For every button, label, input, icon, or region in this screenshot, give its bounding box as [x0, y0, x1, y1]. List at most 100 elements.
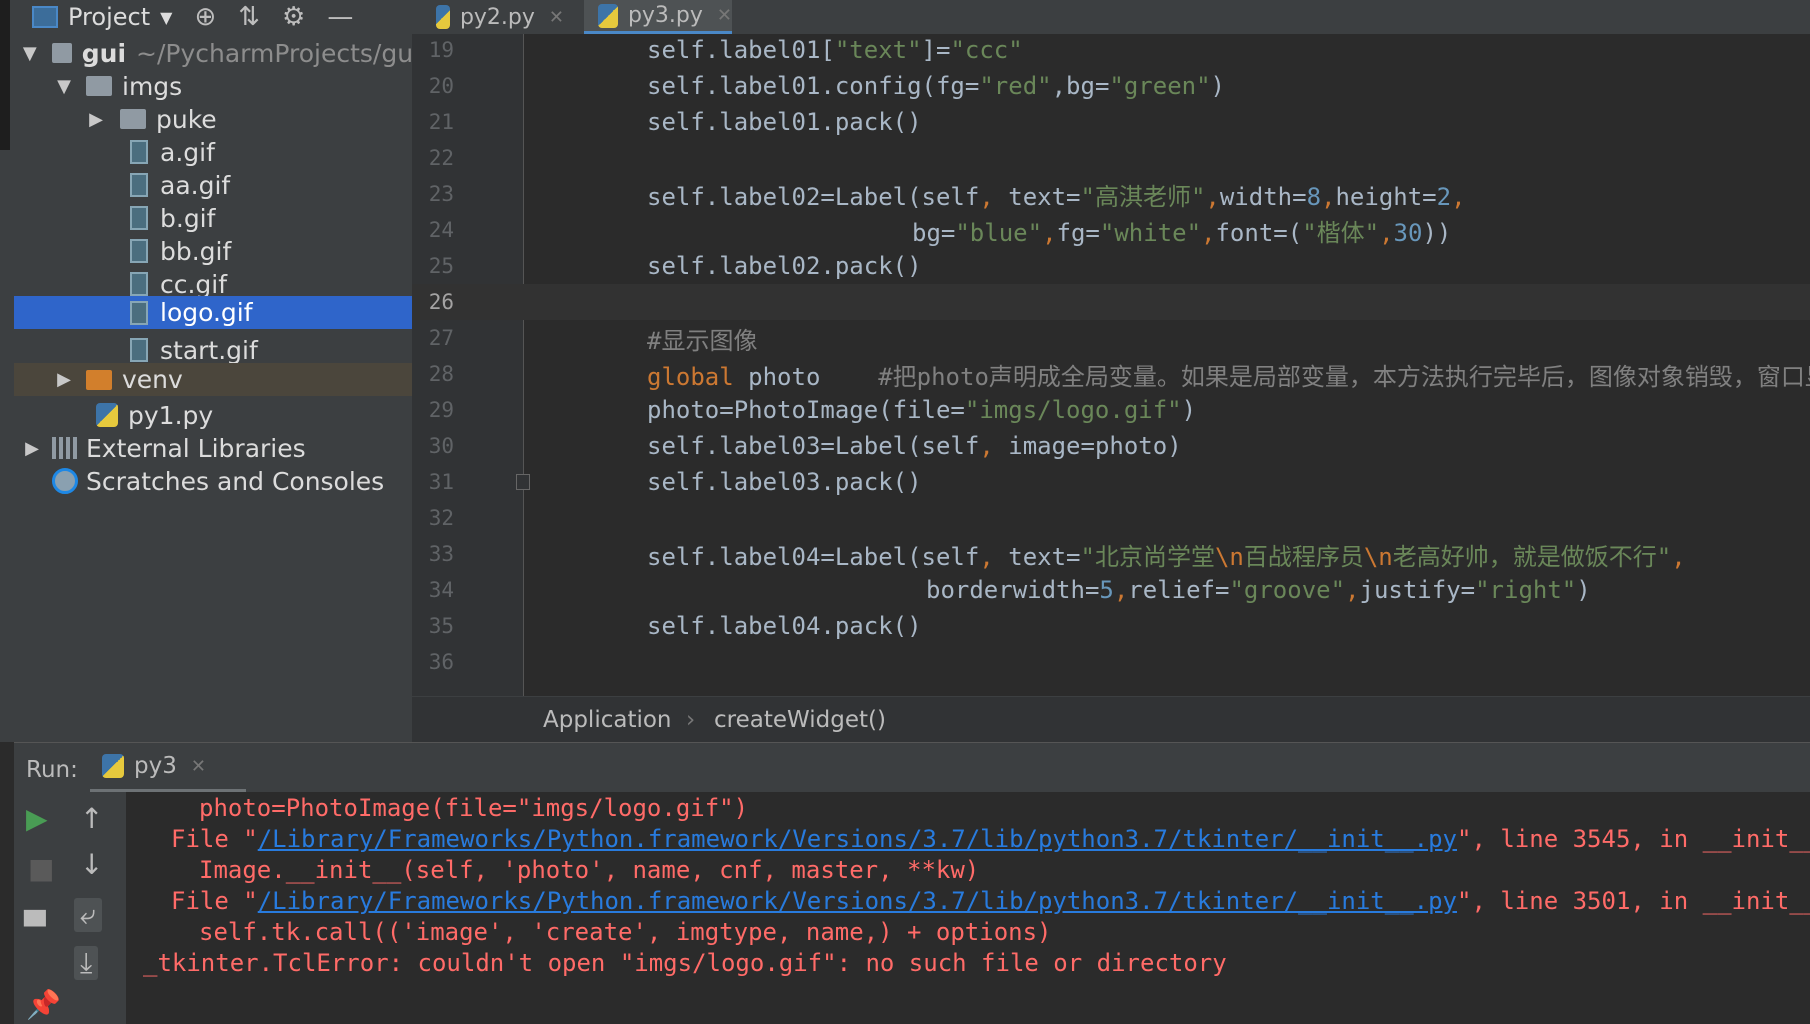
tab-py3[interactable]: py3.py ✕	[584, 0, 732, 34]
code-token: ,	[979, 432, 1009, 460]
code-token: relief=	[1128, 576, 1230, 604]
gif-file-icon	[130, 338, 148, 362]
stop-icon[interactable]: ■	[28, 852, 54, 885]
tree-item-label: Scratches and Consoles	[86, 466, 385, 496]
folder-icon	[86, 369, 112, 390]
breadcrumb-method[interactable]: createWidget()	[714, 707, 886, 733]
code-line: 20 self.label01.config(fg="red",bg="gree…	[412, 68, 1810, 104]
line-number: 29	[428, 398, 454, 422]
project-path: ~/PycharmProjects/gui	[136, 38, 420, 68]
line-number: 28	[428, 362, 454, 386]
code-token: )	[1210, 72, 1225, 100]
rerun-icon[interactable]: ▶	[26, 802, 48, 835]
expand-arrow-icon[interactable]: ▼	[54, 76, 74, 97]
tree-item-label: a.gif	[160, 137, 215, 167]
code-text: self.label03=Label(self, image=photo)	[647, 432, 1182, 460]
number-token: 5	[1099, 576, 1114, 604]
layout-icon[interactable]: ▀	[24, 910, 46, 943]
arrow-up-icon[interactable]: ↑	[80, 802, 103, 835]
expand-arrow-icon[interactable]: ▼	[22, 43, 38, 64]
number-token: 2	[1436, 182, 1452, 211]
python-file-icon	[102, 754, 124, 778]
arrow-down-icon[interactable]: ↓	[80, 848, 103, 881]
collapse-all-icon[interactable]: ⇅	[238, 2, 260, 32]
fold-marker-icon[interactable]	[516, 474, 530, 490]
file-link[interactable]: /Library/Frameworks/Python.framework/Ver…	[258, 887, 1457, 915]
code-editor[interactable]: 19 self.label01["text"]="ccc" 20 self.la…	[412, 34, 1810, 696]
code-line: 24 bg="blue",fg="white",font=("楷体",30))	[412, 212, 1810, 248]
tree-item-label: cc.gif	[160, 269, 228, 299]
collapse-arrow-icon[interactable]: ▶	[54, 369, 74, 390]
scroll-to-end-icon[interactable]: ⤓	[74, 946, 99, 980]
run-toolbar-left: ▶ ■ ▀ 📌	[14, 792, 62, 1024]
project-title: Project	[68, 3, 151, 31]
code-line: 32	[412, 500, 1810, 536]
string-token: "高淇老师"	[1080, 182, 1206, 211]
breadcrumb: Application › createWidget()	[412, 696, 1810, 743]
string-token: "北京尚学堂	[1080, 542, 1215, 571]
soft-wrap-icon[interactable]: ⤶	[74, 898, 102, 932]
line-number: 24	[428, 218, 454, 242]
tab-py2[interactable]: py2.py ✕	[426, 0, 564, 34]
string-token: "right"	[1475, 576, 1577, 604]
tree-item-label: imgs	[122, 71, 183, 101]
tree-item-label: gui	[81, 38, 127, 68]
code-text: self.label01.pack()	[647, 108, 922, 136]
code-line: 21 self.label01.pack()	[412, 104, 1810, 140]
run-console-output[interactable]: photo=PhotoImage(file="imgs/logo.gif") F…	[127, 792, 1810, 1024]
project-icon	[32, 6, 58, 28]
close-icon[interactable]: ✕	[191, 756, 206, 777]
run-tab-py3[interactable]: py3 ✕	[90, 743, 246, 793]
console-line: Image.__init__(self, 'photo', name, cnf,…	[199, 856, 980, 884]
folder-icon	[86, 76, 112, 96]
tree-item-scratches[interactable]: Scratches and Consoles	[14, 462, 450, 500]
console-text: File "	[171, 887, 258, 915]
close-icon[interactable]: ✕	[717, 5, 732, 26]
tree-item-label: External Libraries	[86, 433, 306, 463]
breadcrumb-class[interactable]: Application	[543, 707, 672, 733]
code-line: 35 self.label04.pack()	[412, 608, 1810, 644]
chevron-down-icon: ▼	[160, 7, 173, 27]
run-label: Run:	[26, 757, 78, 783]
code-token: bg=	[912, 218, 956, 247]
comment-text: #显示图像	[647, 326, 758, 355]
tree-item-venv[interactable]: ▶ venv	[14, 363, 452, 396]
code-token: ,	[979, 182, 1009, 211]
console-line: self.tk.call(('image', 'create', imgtype…	[199, 918, 1052, 946]
line-number: 22	[428, 146, 454, 170]
console-line: File "/Library/Frameworks/Python.framewo…	[171, 887, 1810, 915]
locate-target-icon[interactable]: ⊕	[194, 2, 216, 32]
breadcrumb-separator: ›	[686, 707, 696, 733]
string-token: 百战程序员	[1243, 542, 1364, 571]
pin-icon[interactable]: 📌	[26, 988, 61, 1021]
project-view-selector[interactable]: Project ▼	[32, 3, 172, 31]
project-tree: ▼ gui ~/PycharmProjects/gui ▼ imgs ▶ puk…	[14, 34, 528, 742]
gif-file-icon	[130, 206, 148, 230]
comment-text: #把photo声明成全局变量。如果是局部变量，本方法执行完毕后，图像对象销毁，窗…	[820, 362, 1810, 391]
collapse-arrow-icon[interactable]: ▶	[86, 109, 106, 130]
string-token: "ccc"	[950, 36, 1023, 64]
hide-panel-icon[interactable]: —	[327, 2, 353, 32]
code-token: ,	[1671, 542, 1686, 571]
code-token: self.label01.config(fg=	[647, 72, 980, 100]
code-line: 29 photo=PhotoImage(file="imgs/logo.gif"…	[412, 392, 1810, 428]
code-token: image=photo)	[1008, 432, 1182, 460]
file-link[interactable]: /Library/Frameworks/Python.framework/Ver…	[258, 825, 1457, 853]
gear-icon[interactable]: ⚙	[282, 2, 305, 32]
code-token: )	[1181, 396, 1197, 424]
code-line: 19 self.label01["text"]="ccc"	[412, 34, 1810, 68]
gif-file-icon	[130, 140, 148, 164]
line-number: 25	[428, 254, 454, 278]
tree-item-label: venv	[122, 365, 183, 394]
string-token: 老高好帅，就是做饭不行"	[1392, 542, 1672, 571]
escape-token: \n	[1363, 542, 1393, 571]
code-token: photo	[733, 362, 821, 391]
collapse-arrow-icon[interactable]: ▶	[22, 438, 42, 459]
console-text: ", line 3545, in __init__	[1457, 825, 1810, 853]
line-number: 19	[428, 38, 454, 62]
close-icon[interactable]: ✕	[549, 7, 564, 28]
console-error-line: _tkinter.TclError: couldn't open "imgs/l…	[143, 949, 1227, 977]
code-token: self.label03=Label(self	[647, 432, 980, 460]
code-text: global photo #把photo声明成全局变量。如果是局部变量，本方法执…	[647, 357, 1810, 392]
code-token: photo=PhotoImage(file=	[647, 396, 965, 424]
